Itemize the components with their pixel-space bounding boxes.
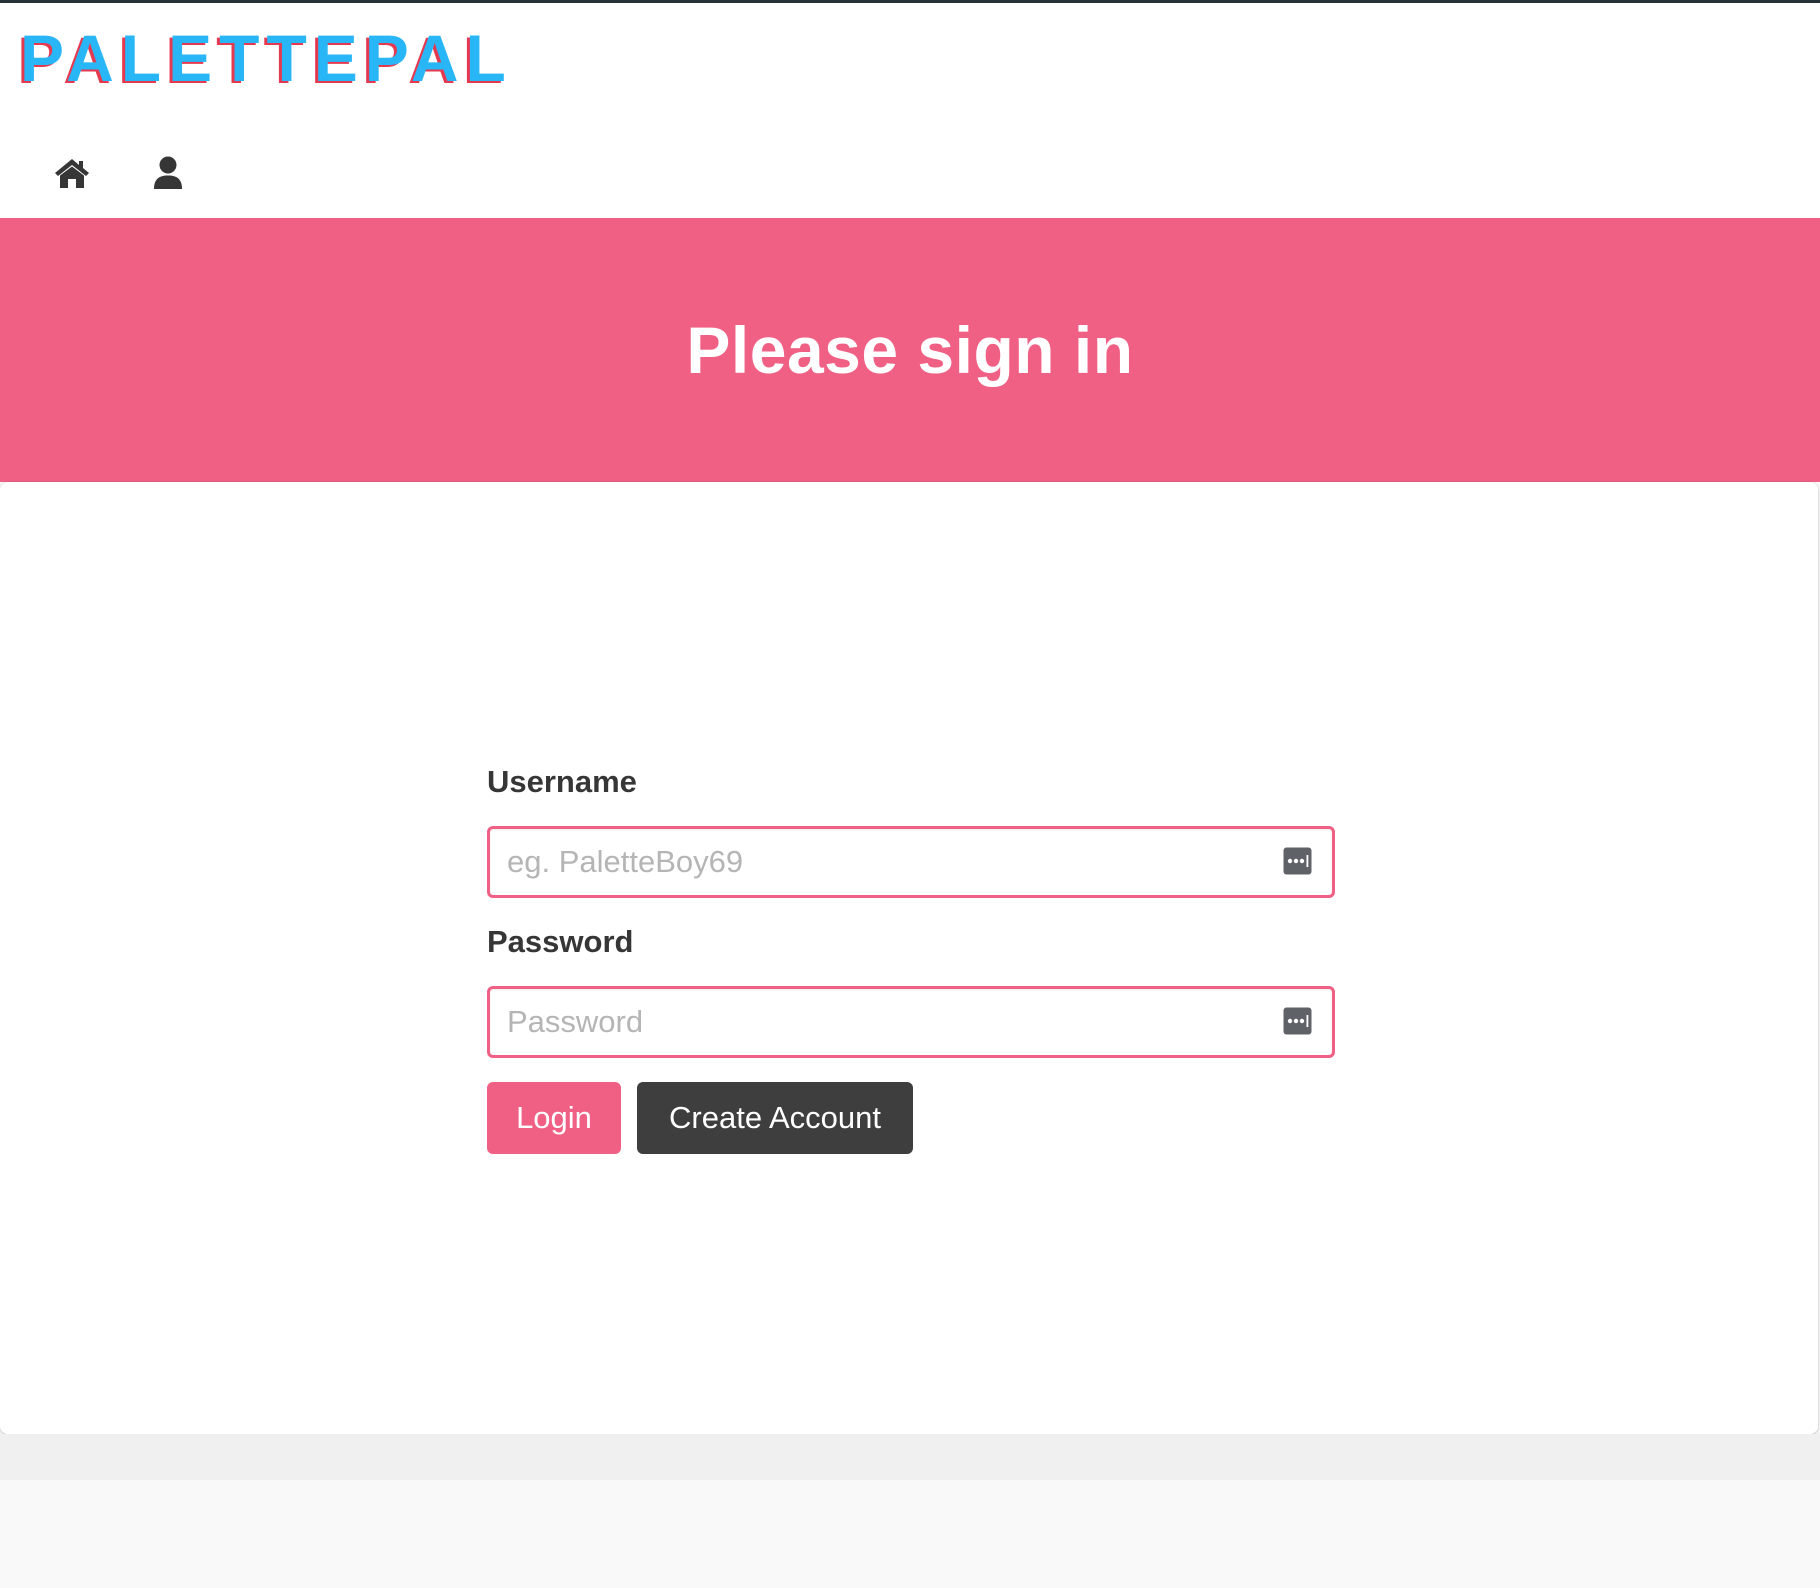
login-button[interactable]: Login — [487, 1082, 621, 1154]
page-title: Please sign in — [686, 313, 1134, 387]
site-header: PALETTEPAL — [0, 3, 1820, 218]
create-account-button[interactable]: Create Account — [637, 1082, 913, 1154]
password-manager-icon[interactable] — [1283, 1007, 1312, 1035]
username-input[interactable] — [490, 829, 1332, 895]
password-field — [487, 986, 1335, 1058]
sign-in-hero: Please sign in — [0, 218, 1820, 482]
password-manager-icon[interactable] — [1283, 847, 1312, 875]
username-label: Username — [487, 764, 637, 799]
password-input[interactable] — [490, 989, 1332, 1055]
password-label: Password — [487, 924, 634, 959]
form-actions: Login Create Account — [487, 1082, 1335, 1154]
login-form: Username Password Login C — [487, 762, 1335, 1154]
home-icon — [54, 157, 90, 189]
nav-home-link[interactable] — [24, 138, 120, 208]
main-nav — [0, 138, 216, 208]
nav-account-link[interactable] — [120, 138, 216, 208]
site-logo[interactable]: PALETTEPAL — [20, 21, 513, 95]
footer-band — [0, 1434, 1820, 1480]
username-field — [487, 826, 1335, 898]
user-icon — [153, 156, 183, 190]
